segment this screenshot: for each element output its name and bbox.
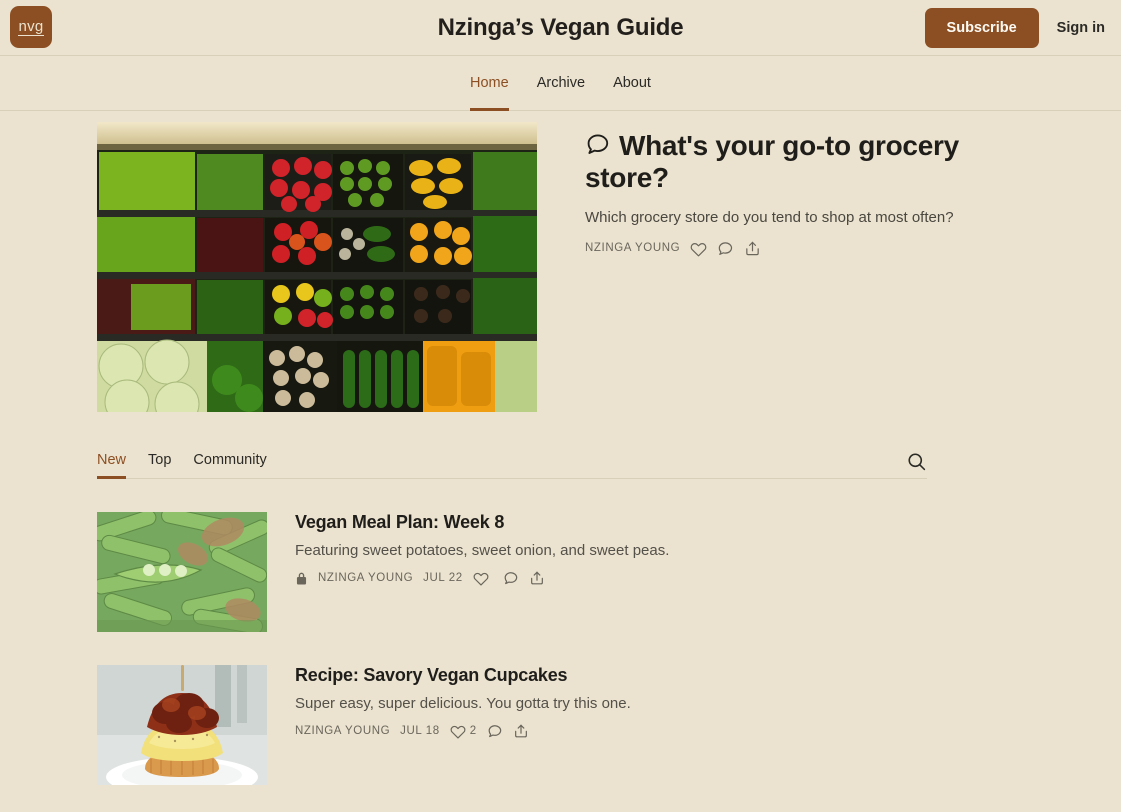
- primary-nav: Home Archive About: [0, 56, 1121, 111]
- comment-bubble-icon: [585, 131, 611, 157]
- post-meta: NZINGA YOUNG JUL 22: [295, 570, 669, 586]
- post-subtitle: Featuring sweet potatoes, sweet onion, a…: [295, 542, 670, 559]
- sign-in-link[interactable]: Sign in: [1057, 20, 1105, 36]
- post-comment-button[interactable]: [503, 570, 519, 586]
- post-date: JUL 18: [400, 725, 440, 737]
- subscribe-button[interactable]: Subscribe: [924, 7, 1039, 48]
- post-share-button[interactable]: [529, 570, 545, 586]
- hero-title-text: What's your go-to grocery store?: [585, 130, 959, 194]
- nav-item-about[interactable]: About: [613, 56, 651, 111]
- hero-post: What's your go-to grocery store? Which g…: [0, 111, 1121, 412]
- post-content: Recipe: Savory Vegan Cupcakes Super easy…: [295, 665, 631, 785]
- post-thumbnail[interactable]: [97, 512, 267, 632]
- hero-title-row[interactable]: What's your go-to grocery store?: [585, 130, 1015, 195]
- post-subtitle: Super easy, super delicious. You gotta t…: [295, 695, 631, 712]
- post-author[interactable]: NZINGA YOUNG: [318, 572, 413, 584]
- green-pea-pods-image: [97, 512, 267, 632]
- search-icon[interactable]: [906, 451, 927, 472]
- grocery-produce-shelves-image: [97, 122, 537, 412]
- post-author[interactable]: NZINGA YOUNG: [295, 725, 390, 737]
- nav-item-archive[interactable]: Archive: [537, 56, 585, 111]
- hero-image[interactable]: [97, 122, 537, 412]
- site-masthead: nvg Nzinga’s Vegan Guide Subscribe Sign …: [0, 0, 1121, 56]
- feed-tabs: New Top Community: [97, 443, 927, 479]
- post-comment-button[interactable]: [487, 723, 503, 739]
- nav-item-home[interactable]: Home: [470, 56, 509, 111]
- post-title[interactable]: Vegan Meal Plan: Week 8: [295, 512, 669, 533]
- post-title[interactable]: Recipe: Savory Vegan Cupcakes: [295, 665, 631, 686]
- hero-meta: NZINGA YOUNG: [585, 240, 1015, 257]
- tab-new[interactable]: New: [97, 452, 127, 479]
- hero-share-button[interactable]: [744, 240, 761, 257]
- post-content: Vegan Meal Plan: Week 8 Featuring sweet …: [295, 512, 669, 632]
- post-like-button[interactable]: [473, 570, 493, 586]
- post-item-vegan-meal-plan: Vegan Meal Plan: Week 8 Featuring sweet …: [97, 479, 927, 632]
- post-date: JUL 22: [423, 572, 463, 584]
- hero-comment-button[interactable]: [717, 240, 734, 257]
- post-thumbnail[interactable]: [97, 665, 267, 785]
- post-share-button[interactable]: [513, 723, 529, 739]
- post-meta: NZINGA YOUNG JUL 18 2: [295, 723, 631, 739]
- savory-vegan-cupcake-image: [97, 665, 267, 785]
- hero-content: What's your go-to grocery store? Which g…: [585, 122, 1015, 412]
- post-like-button[interactable]: 2: [450, 723, 477, 739]
- lock-icon: [295, 571, 308, 586]
- post-feed: New Top Community Vegan Meal Plan: Week …: [0, 443, 1121, 785]
- masthead-actions: Subscribe Sign in: [924, 7, 1105, 48]
- post-item-savory-vegan-cupcakes: Recipe: Savory Vegan Cupcakes Super easy…: [97, 632, 927, 785]
- post-like-count: 2: [469, 725, 477, 737]
- tab-community[interactable]: Community: [193, 452, 266, 478]
- hero-subtitle: Which grocery store do you tend to shop …: [585, 208, 954, 226]
- hero-like-button[interactable]: [690, 240, 707, 257]
- tab-top[interactable]: Top: [148, 452, 171, 478]
- hero-author[interactable]: NZINGA YOUNG: [585, 242, 680, 254]
